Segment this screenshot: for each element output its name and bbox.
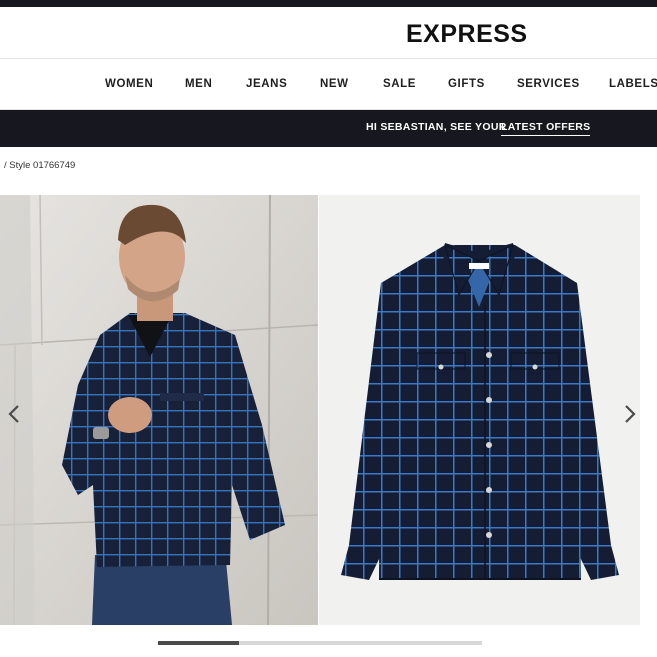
scrollbar-thumb[interactable]: [158, 641, 239, 645]
offers-banner: HI SEBASTIAN, SEE YOUR LATEST OFFERS: [0, 110, 657, 147]
offers-greeting: HI SEBASTIAN, SEE YOUR: [366, 121, 507, 133]
product-photo[interactable]: [319, 195, 640, 625]
nav-item-sale[interactable]: SALE: [383, 78, 416, 90]
model-photo[interactable]: [0, 195, 318, 625]
breadcrumb: / Style 01766749: [4, 160, 76, 171]
nav-item-jeans[interactable]: JEANS: [246, 78, 287, 90]
nav-item-men[interactable]: MEN: [185, 78, 212, 90]
express-logo[interactable]: EXPRESS: [406, 20, 528, 49]
gallery-scrollbar[interactable]: [158, 641, 482, 645]
model-photo-icon: [0, 195, 318, 625]
chevron-left-icon[interactable]: [6, 403, 22, 425]
top-bar: [0, 0, 657, 7]
product-gallery: [0, 195, 657, 625]
nav-item-women[interactable]: WOMEN: [105, 78, 153, 90]
latest-offers-link[interactable]: LATEST OFFERS: [501, 121, 591, 136]
nav-item-gifts[interactable]: GIFTS: [448, 78, 485, 90]
nav-item-new[interactable]: NEW: [320, 78, 349, 90]
nav-item-services[interactable]: SERVICES: [517, 78, 580, 90]
chevron-right-icon[interactable]: [622, 403, 638, 425]
header: EXPRESS: [0, 7, 657, 59]
nav-item-labels[interactable]: LABELS: [609, 78, 657, 90]
product-photo-icon: [319, 195, 640, 625]
main-nav: WOMEN MEN JEANS NEW SALE GIFTS SERVICES …: [0, 60, 657, 110]
